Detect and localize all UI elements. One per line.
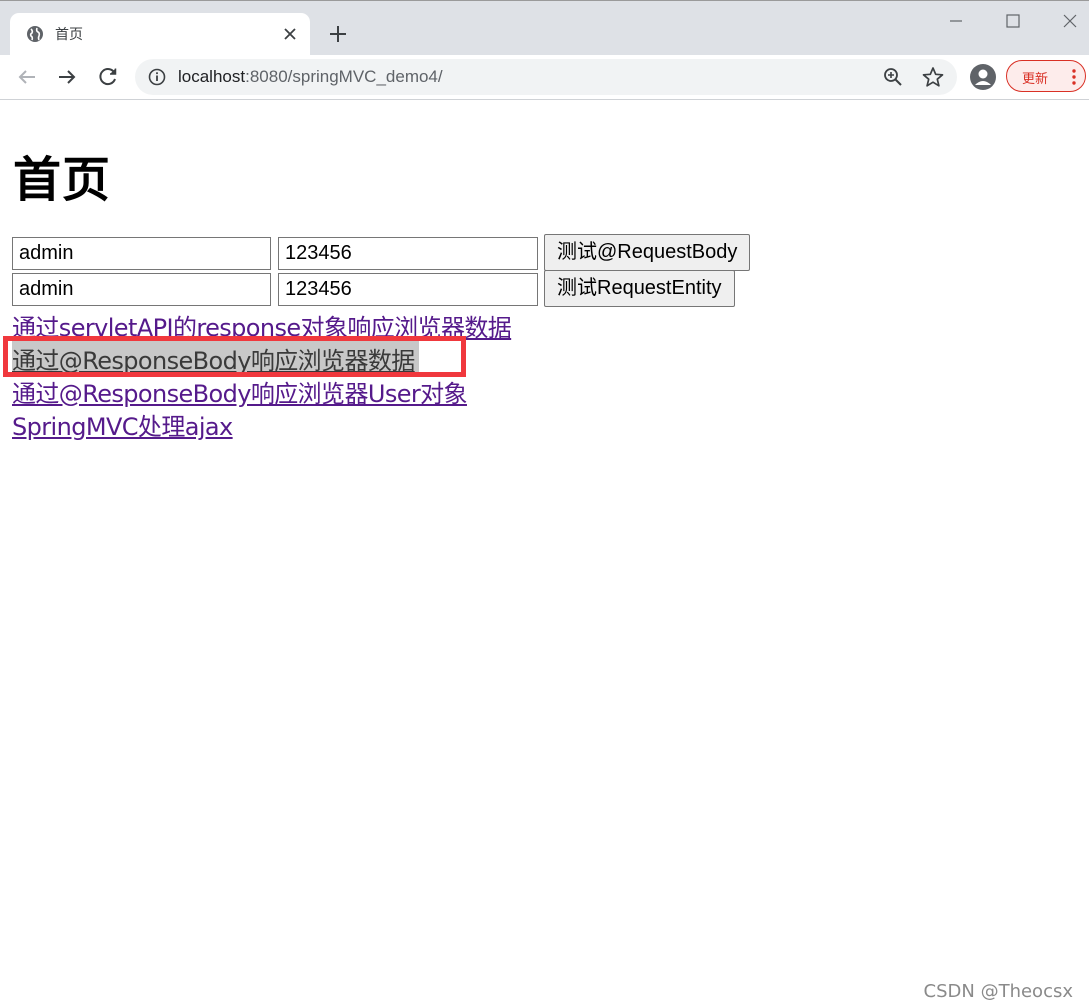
url-host: localhost <box>178 67 246 86</box>
test-requestbody-button[interactable]: 测试@RequestBody <box>544 234 751 271</box>
request-body-form: admin 123456 测试@RequestBody <box>12 234 772 273</box>
reload-icon[interactable] <box>96 65 120 89</box>
minimize-icon[interactable] <box>946 11 966 31</box>
tab-title: 首页 <box>55 27 83 43</box>
bookmark-star-icon[interactable] <box>922 66 944 88</box>
link-responsebody-user[interactable]: 通过@ResponseBody响应浏览器User对象 <box>12 374 468 409</box>
update-button[interactable]: 更新 <box>1006 60 1086 92</box>
globe-icon <box>27 26 43 42</box>
request-entity-form: admin 123456 测试RequestEntity <box>12 270 772 309</box>
close-tab-icon[interactable] <box>282 26 298 42</box>
link-springmvc-ajax[interactable]: SpringMVC处理ajax <box>12 407 233 442</box>
back-icon[interactable] <box>15 65 39 89</box>
url-text[interactable]: localhost:8080/springMVC_demo4/ <box>178 67 443 87</box>
zoom-icon[interactable] <box>883 67 903 87</box>
browser-toolbar: localhost:8080/springMVC_demo4/ 更新 <box>0 55 1089 100</box>
watermark: CSDN @Theocsx <box>923 981 1073 1002</box>
tab-strip: 首页 <box>0 0 1089 56</box>
forward-icon[interactable] <box>55 65 79 89</box>
password-field[interactable]: 123456 <box>278 237 538 270</box>
test-requestentity-button[interactable]: 测试RequestEntity <box>544 270 735 307</box>
maximize-icon[interactable] <box>1003 11 1023 31</box>
address-bar[interactable]: localhost:8080/springMVC_demo4/ <box>135 59 957 95</box>
update-label: 更新 <box>1022 72 1049 87</box>
info-icon[interactable] <box>148 68 166 86</box>
profile-avatar-icon[interactable] <box>969 63 997 91</box>
highlight-annotation-box <box>3 336 466 377</box>
browser-tab[interactable]: 首页 <box>10 13 310 56</box>
username-field[interactable]: admin <box>12 273 271 306</box>
menu-kebab-icon <box>1072 69 1076 85</box>
new-tab-icon[interactable] <box>327 23 349 45</box>
password-field[interactable]: 123456 <box>278 273 538 306</box>
url-path: :8080/springMVC_demo4/ <box>245 67 443 86</box>
window-close-icon[interactable] <box>1060 11 1080 31</box>
username-field[interactable]: admin <box>12 237 271 270</box>
page-heading: 首页 <box>13 152 112 208</box>
